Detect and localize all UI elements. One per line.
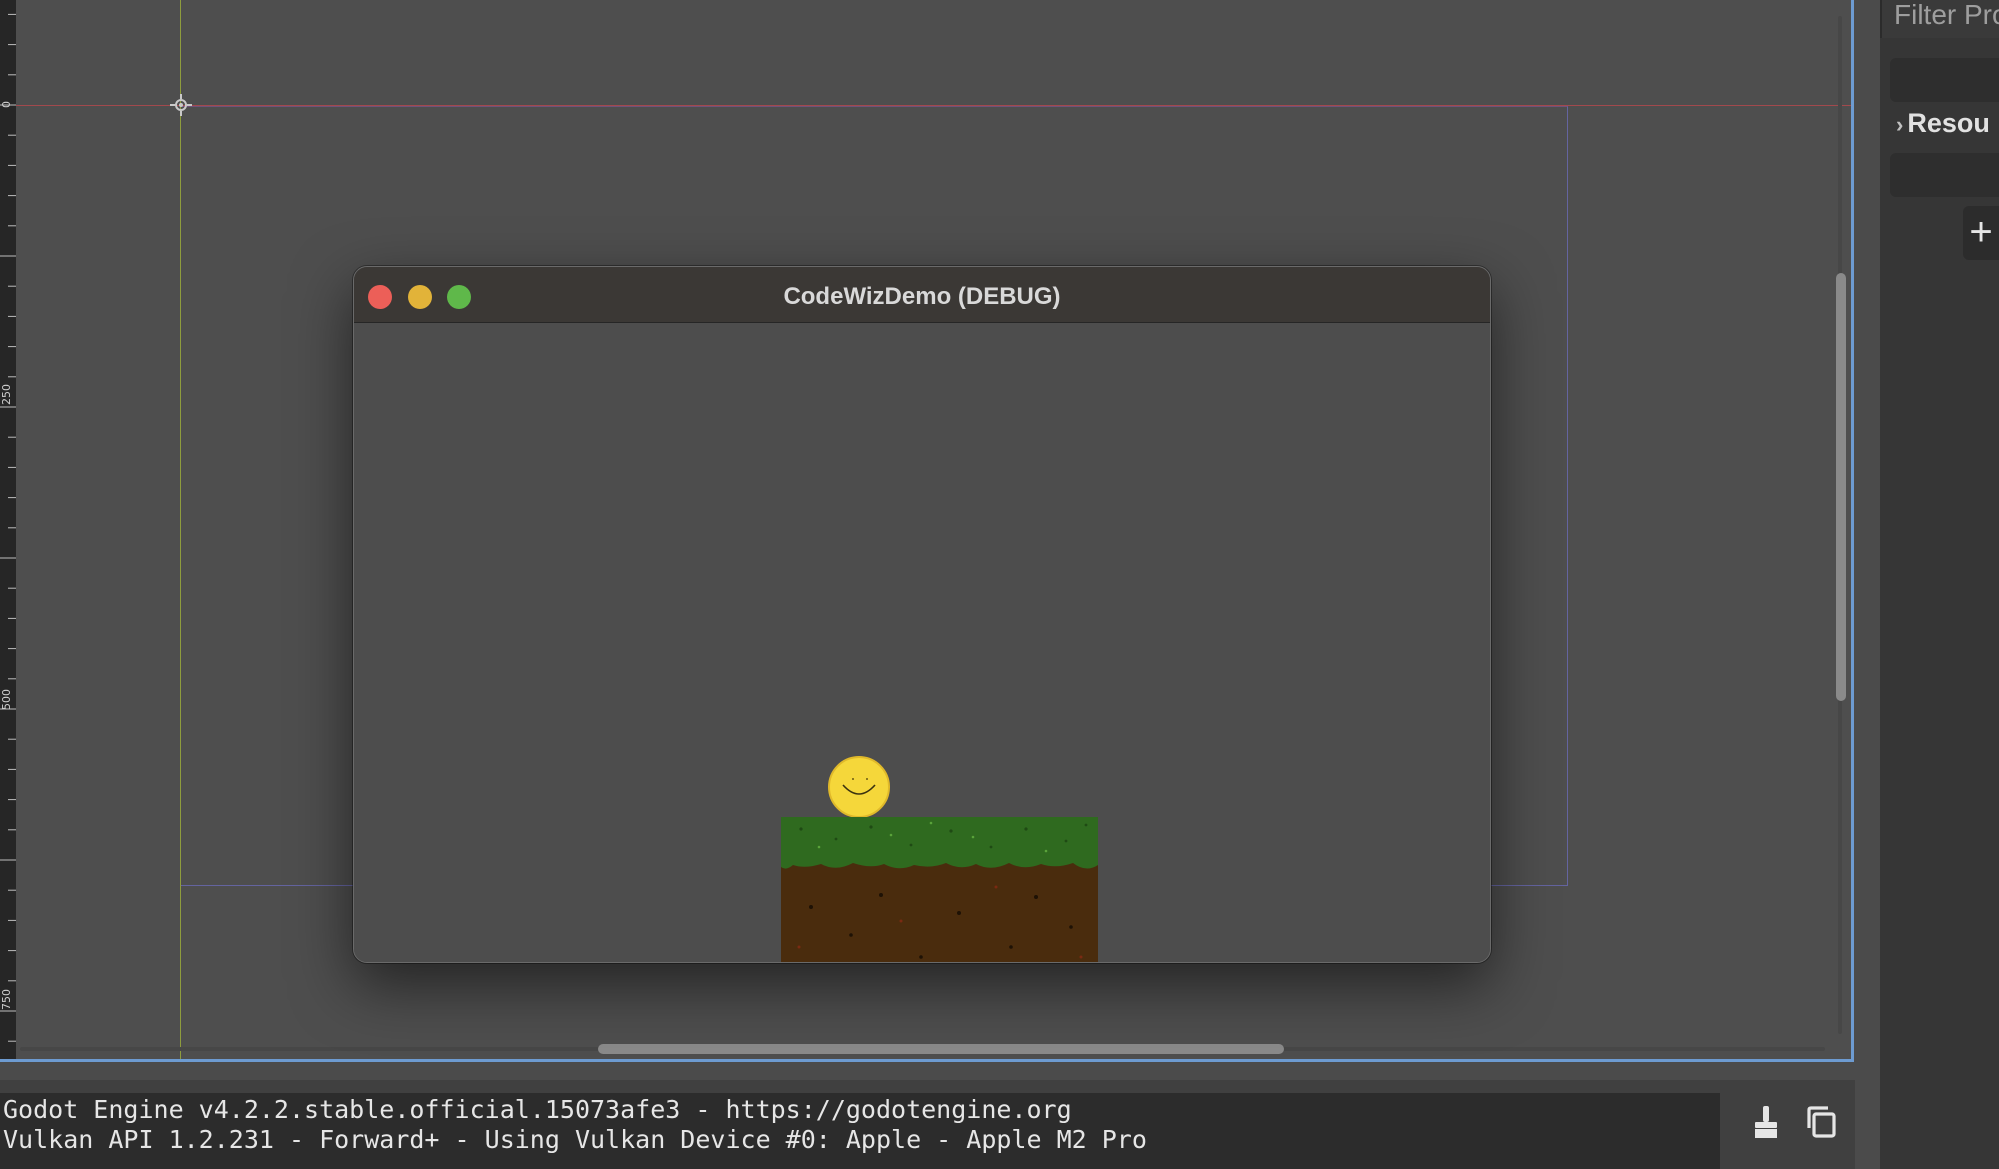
ruler-ticks — [0, 13, 16, 1042]
ruler-label: 250 — [0, 384, 13, 405]
vertical-ruler: 0 250 500 750 — [0, 0, 16, 1059]
vertical-scrollbar[interactable] — [1836, 16, 1846, 1034]
origin-crosshair-icon[interactable] — [170, 94, 192, 116]
dock-field[interactable] — [1890, 153, 1999, 197]
vertical-scrollbar-grabber[interactable] — [1836, 273, 1846, 701]
smiley-player-sprite — [828, 756, 890, 818]
window-titlebar[interactable]: CodeWizDemo (DEBUG) — [354, 267, 1490, 323]
ruler-label: 0 — [0, 101, 13, 108]
game-canvas[interactable] — [354, 323, 1490, 962]
output-toolbar — [1730, 1080, 1855, 1169]
clear-icon[interactable] — [1744, 1100, 1788, 1144]
horizontal-scrollbar[interactable] — [20, 1044, 1825, 1054]
dock-field[interactable] — [1890, 58, 1999, 102]
copy-icon[interactable] — [1801, 1100, 1845, 1144]
filter-properties-input[interactable]: Filter Pro — [1880, 0, 1999, 38]
chevron-right-icon: › — [1896, 112, 1904, 137]
resource-section-header[interactable]: › Resou — [1896, 108, 1990, 139]
y-axis-guide — [180, 0, 181, 1059]
right-dock-panel: Filter Pro › Resou + — [1880, 0, 1999, 1169]
horizontal-scrollbar-grabber[interactable] — [598, 1044, 1284, 1054]
output-log[interactable]: Godot Engine v4.2.2.stable.official.1507… — [0, 1093, 1720, 1169]
grass-dirt-block-sprite — [781, 817, 1098, 962]
ruler-label: 750 — [0, 989, 13, 1010]
ruler-label: 500 — [0, 689, 13, 710]
window-title: CodeWizDemo (DEBUG) — [783, 283, 1061, 310]
game-debug-window[interactable]: CodeWizDemo (DEBUG) — [353, 266, 1491, 963]
output-panel: Godot Engine v4.2.2.stable.official.1507… — [0, 1080, 1855, 1169]
resource-section-label: Resou — [1907, 108, 1990, 138]
x-axis-guide — [16, 105, 1851, 106]
log-line: Vulkan API 1.2.231 - Forward+ - Using Vu… — [3, 1125, 1147, 1154]
log-line: Godot Engine v4.2.2.stable.official.1507… — [3, 1095, 1072, 1124]
add-button[interactable]: + — [1963, 206, 1999, 260]
